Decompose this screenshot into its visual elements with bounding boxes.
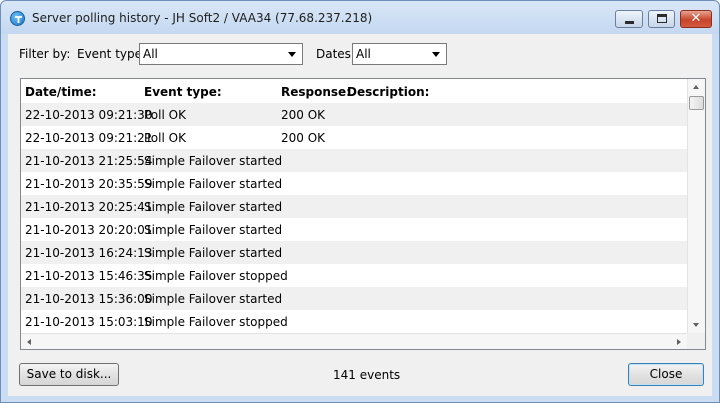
cell-datetime: 22-10-2013 09:21:21 xyxy=(25,131,153,145)
table-row[interactable]: 21-10-2013 15:46:35 Simple Failover stopp… xyxy=(21,264,687,287)
close-button[interactable]: Close xyxy=(628,363,704,386)
table-row[interactable]: 21-10-2013 21:25:54 Simple Failover start… xyxy=(21,149,687,172)
dates-value: All xyxy=(356,47,371,61)
table-row[interactable]: 22-10-2013 09:21:21 Poll OK 200 OK xyxy=(21,126,687,149)
cell-event-type: Simple Failover started xyxy=(144,177,283,191)
event-type-select[interactable]: All xyxy=(139,43,303,65)
vertical-scrollbar[interactable] xyxy=(687,79,705,333)
title-bar[interactable]: Server polling history - JH Soft2 / VAA3… xyxy=(1,1,719,34)
chevron-down-icon xyxy=(432,52,440,57)
cell-datetime: 22-10-2013 09:21:30 xyxy=(25,108,153,122)
table-header: Date/time: Event type: Response: Descrip… xyxy=(21,79,687,103)
scrollbar-corner xyxy=(687,333,705,349)
cell-event-type: Simple Failover started xyxy=(144,154,283,168)
scroll-thumb[interactable] xyxy=(689,96,704,110)
cell-event-type: Simple Failover stopped xyxy=(144,269,288,283)
events-count: 141 events xyxy=(333,368,401,382)
chevron-down-icon xyxy=(288,52,296,57)
table-row[interactable]: 21-10-2013 20:35:59 Simple Failover start… xyxy=(21,172,687,195)
cell-event-type: Poll OK xyxy=(144,131,186,145)
table-row[interactable]: 21-10-2013 15:03:10 Simple Failover stopp… xyxy=(21,310,687,333)
horizontal-scrollbar[interactable] xyxy=(21,333,687,349)
cell-event-type: Simple Failover started xyxy=(144,292,283,306)
events-table[interactable]: Date/time: Event type: Response: Descrip… xyxy=(20,78,706,350)
arrow-up-icon xyxy=(693,85,699,89)
cell-datetime: 21-10-2013 20:25:41 xyxy=(25,200,153,214)
column-header-response[interactable]: Response: xyxy=(281,85,351,99)
maximize-icon xyxy=(657,14,667,23)
cell-datetime: 21-10-2013 20:35:59 xyxy=(25,177,153,191)
cell-datetime: 21-10-2013 15:46:35 xyxy=(25,269,153,283)
save-to-disk-button[interactable]: Save to disk... xyxy=(19,363,119,386)
window-title: Server polling history - JH Soft2 / VAA3… xyxy=(32,11,373,25)
event-type-value: All xyxy=(143,47,158,61)
column-header-event-type[interactable]: Event type: xyxy=(144,85,222,99)
cell-event-type: Poll OK xyxy=(144,108,186,122)
table-row[interactable]: 22-10-2013 09:21:30 Poll OK 200 OK xyxy=(21,103,687,126)
minimize-button[interactable] xyxy=(615,10,643,28)
column-header-datetime[interactable]: Date/time: xyxy=(25,85,97,99)
filter-bar: Filter by: Event type: All Dates: All xyxy=(8,34,712,74)
app-globe-icon xyxy=(10,11,25,26)
scroll-down-button[interactable] xyxy=(688,316,705,333)
event-type-label: Event type: xyxy=(77,47,147,61)
cell-datetime: 21-10-2013 15:03:10 xyxy=(25,315,153,329)
cell-response: 200 OK xyxy=(281,108,326,122)
arrow-right-icon[interactable] xyxy=(677,339,681,345)
table-row[interactable]: 21-10-2013 20:20:01 Simple Failover start… xyxy=(21,218,687,241)
dialog-window: Server polling history - JH Soft2 / VAA3… xyxy=(0,0,720,403)
cell-event-type: Simple Failover stopped xyxy=(144,315,288,329)
dates-select[interactable]: All xyxy=(352,43,447,65)
dates-label: Dates: xyxy=(316,47,355,61)
cell-event-type: Simple Failover started xyxy=(144,200,283,214)
cell-event-type: Simple Failover started xyxy=(144,223,283,237)
cell-response: 200 OK xyxy=(281,131,326,145)
cell-event-type: Simple Failover started xyxy=(144,246,283,260)
cell-datetime: 21-10-2013 20:20:01 xyxy=(25,223,153,237)
arrow-left-icon[interactable] xyxy=(27,339,31,345)
close-icon: ✕ xyxy=(690,11,702,26)
table-row[interactable]: 21-10-2013 15:36:00 Simple Failover start… xyxy=(21,287,687,310)
arrow-down-icon xyxy=(693,323,699,327)
cell-datetime: 21-10-2013 21:25:54 xyxy=(25,154,153,168)
column-header-description[interactable]: Description: xyxy=(347,85,429,99)
scroll-up-button[interactable] xyxy=(688,79,705,96)
window-close-button[interactable]: ✕ xyxy=(680,10,712,28)
minimize-icon xyxy=(625,21,634,24)
cell-datetime: 21-10-2013 15:36:00 xyxy=(25,292,153,306)
table-row[interactable]: 21-10-2013 16:24:13 Simple Failover start… xyxy=(21,241,687,264)
dialog-content: Filter by: Event type: All Dates: All Da… xyxy=(8,34,712,396)
table-row[interactable]: 21-10-2013 20:25:41 Simple Failover start… xyxy=(21,195,687,218)
cell-datetime: 21-10-2013 16:24:13 xyxy=(25,246,153,260)
maximize-button[interactable] xyxy=(648,10,675,28)
filter-label: Filter by: xyxy=(19,47,71,61)
